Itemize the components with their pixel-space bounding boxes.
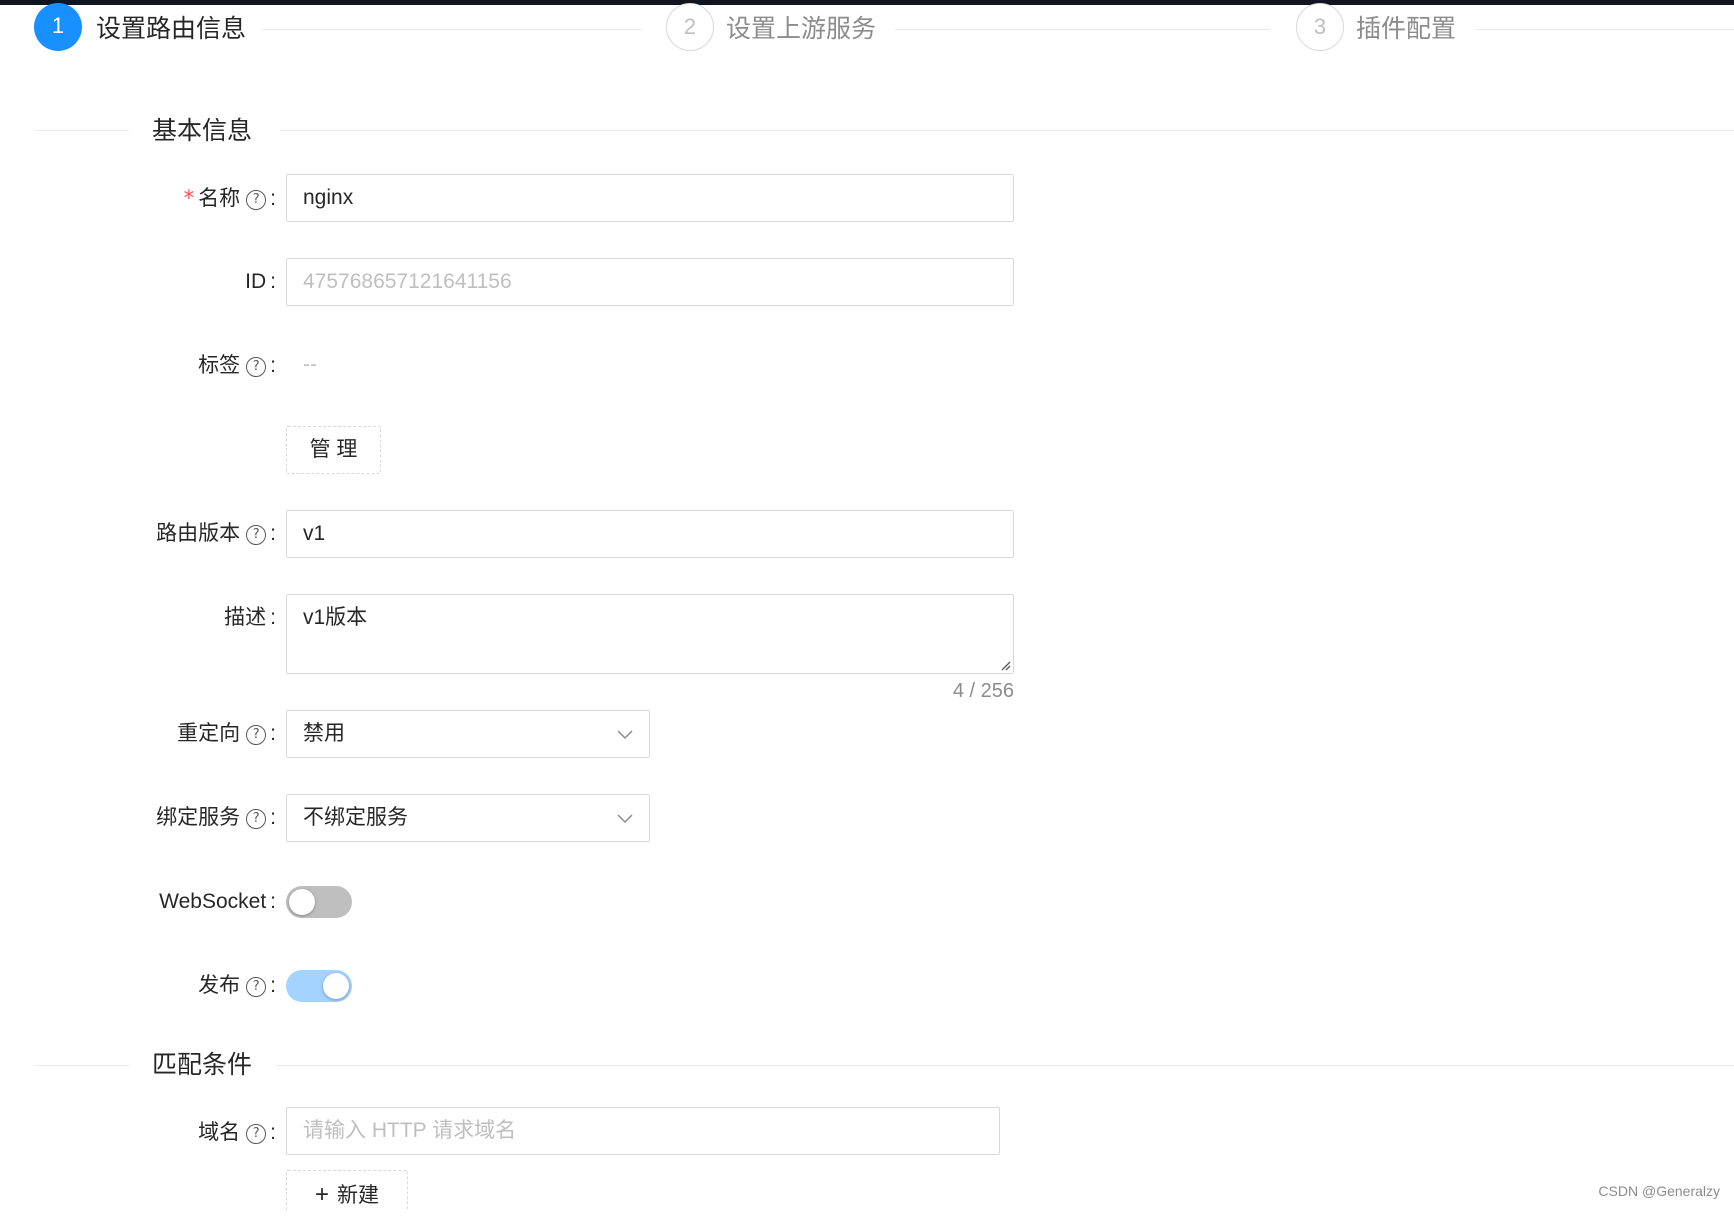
watermark: CSDN @Generalzy	[1598, 1183, 1720, 1199]
websocket-label: WebSocket:	[159, 889, 276, 915]
step-2-tail	[895, 29, 1270, 30]
section-divider-right	[280, 130, 1734, 131]
section-divider-right	[276, 1065, 1734, 1066]
description-value: v1版本	[303, 606, 368, 629]
route-version-label-text: 路由版本	[156, 522, 241, 545]
id-label-text: ID	[245, 270, 267, 293]
bind-service-label-text: 绑定服务	[156, 806, 241, 829]
tags-label: 标签?:	[198, 353, 276, 379]
route-version-input[interactable]: v1	[286, 510, 1014, 558]
help-icon[interactable]: ?	[246, 525, 267, 545]
add-domain-button[interactable]: + 新建	[286, 1170, 408, 1211]
colon: :	[270, 806, 276, 829]
help-icon[interactable]: ?	[246, 1124, 267, 1144]
publish-label: 发布?:	[198, 973, 276, 999]
section-divider-left	[34, 130, 129, 131]
section-divider-left	[34, 1065, 129, 1066]
description-label-text: 描述	[224, 606, 267, 629]
colon: :	[270, 187, 276, 210]
description-char-count: 4 / 256	[952, 680, 1014, 702]
websocket-switch[interactable]	[286, 886, 352, 918]
chevron-down-icon	[617, 730, 633, 740]
step-2-icon[interactable]: 2	[666, 3, 714, 51]
websocket-label-text: WebSocket	[159, 890, 267, 913]
manage-tags-button[interactable]: 管 理	[286, 426, 381, 474]
id-label: ID:	[245, 269, 276, 295]
switch-knob	[323, 973, 349, 999]
redirect-select-value: 禁用	[303, 722, 345, 745]
step-1-icon[interactable]: 1	[34, 3, 82, 51]
publish-label-text: 发布	[198, 974, 241, 997]
colon: :	[270, 1121, 276, 1144]
domain-input[interactable]: 请输入 HTTP 请求域名	[286, 1107, 1000, 1155]
redirect-label-text: 重定向	[177, 722, 241, 745]
redirect-label: 重定向?:	[177, 721, 276, 747]
name-label: * 名称?:	[184, 185, 276, 212]
steps-bar: 1 设置路由信息 2 设置上游服务 3 插件配置	[0, 0, 1734, 60]
switch-knob	[289, 889, 315, 915]
colon: :	[270, 890, 276, 913]
domain-label: 域名?:	[198, 1120, 276, 1146]
step-3-tail	[1476, 29, 1734, 30]
bind-service-select-value: 不绑定服务	[303, 806, 408, 829]
colon: :	[270, 974, 276, 997]
help-icon[interactable]: ?	[246, 809, 267, 829]
step-1-title[interactable]: 设置路由信息	[96, 14, 246, 44]
description-textarea[interactable]: v1版本	[286, 594, 1014, 674]
section-title-match-conditions: 匹配条件	[152, 1051, 253, 1079]
resize-grip-icon[interactable]	[999, 659, 1011, 671]
required-mark: *	[183, 186, 195, 210]
colon: :	[270, 606, 276, 629]
help-icon[interactable]: ?	[246, 357, 267, 377]
redirect-select[interactable]: 禁用	[286, 710, 650, 758]
colon: :	[270, 354, 276, 377]
bind-service-select[interactable]: 不绑定服务	[286, 794, 650, 842]
add-domain-button-label: 新建	[337, 1184, 379, 1207]
id-input[interactable]: 475768657121641156	[286, 258, 1014, 306]
colon: :	[270, 522, 276, 545]
colon: :	[270, 722, 276, 745]
tags-label-text: 标签	[198, 354, 241, 377]
help-icon[interactable]: ?	[246, 977, 267, 997]
publish-switch[interactable]	[286, 970, 352, 1002]
help-icon[interactable]: ?	[246, 190, 267, 210]
tags-empty-value: --	[303, 353, 317, 376]
help-icon[interactable]: ?	[246, 725, 267, 745]
step-2-title[interactable]: 设置上游服务	[726, 14, 876, 44]
section-title-basic-info: 基本信息	[152, 117, 253, 145]
bind-service-label: 绑定服务?:	[156, 805, 276, 831]
description-label: 描述:	[224, 605, 276, 631]
chevron-down-icon	[617, 814, 633, 824]
plus-icon: +	[314, 1181, 329, 1208]
step-1-tail	[262, 29, 642, 30]
name-label-text: 名称	[198, 187, 241, 210]
domain-label-text: 域名	[198, 1121, 241, 1144]
name-input[interactable]: nginx	[286, 174, 1014, 222]
colon: :	[270, 270, 276, 293]
step-3-title[interactable]: 插件配置	[1356, 14, 1456, 44]
route-version-label: 路由版本?:	[156, 521, 276, 547]
step-3-icon[interactable]: 3	[1296, 3, 1344, 51]
